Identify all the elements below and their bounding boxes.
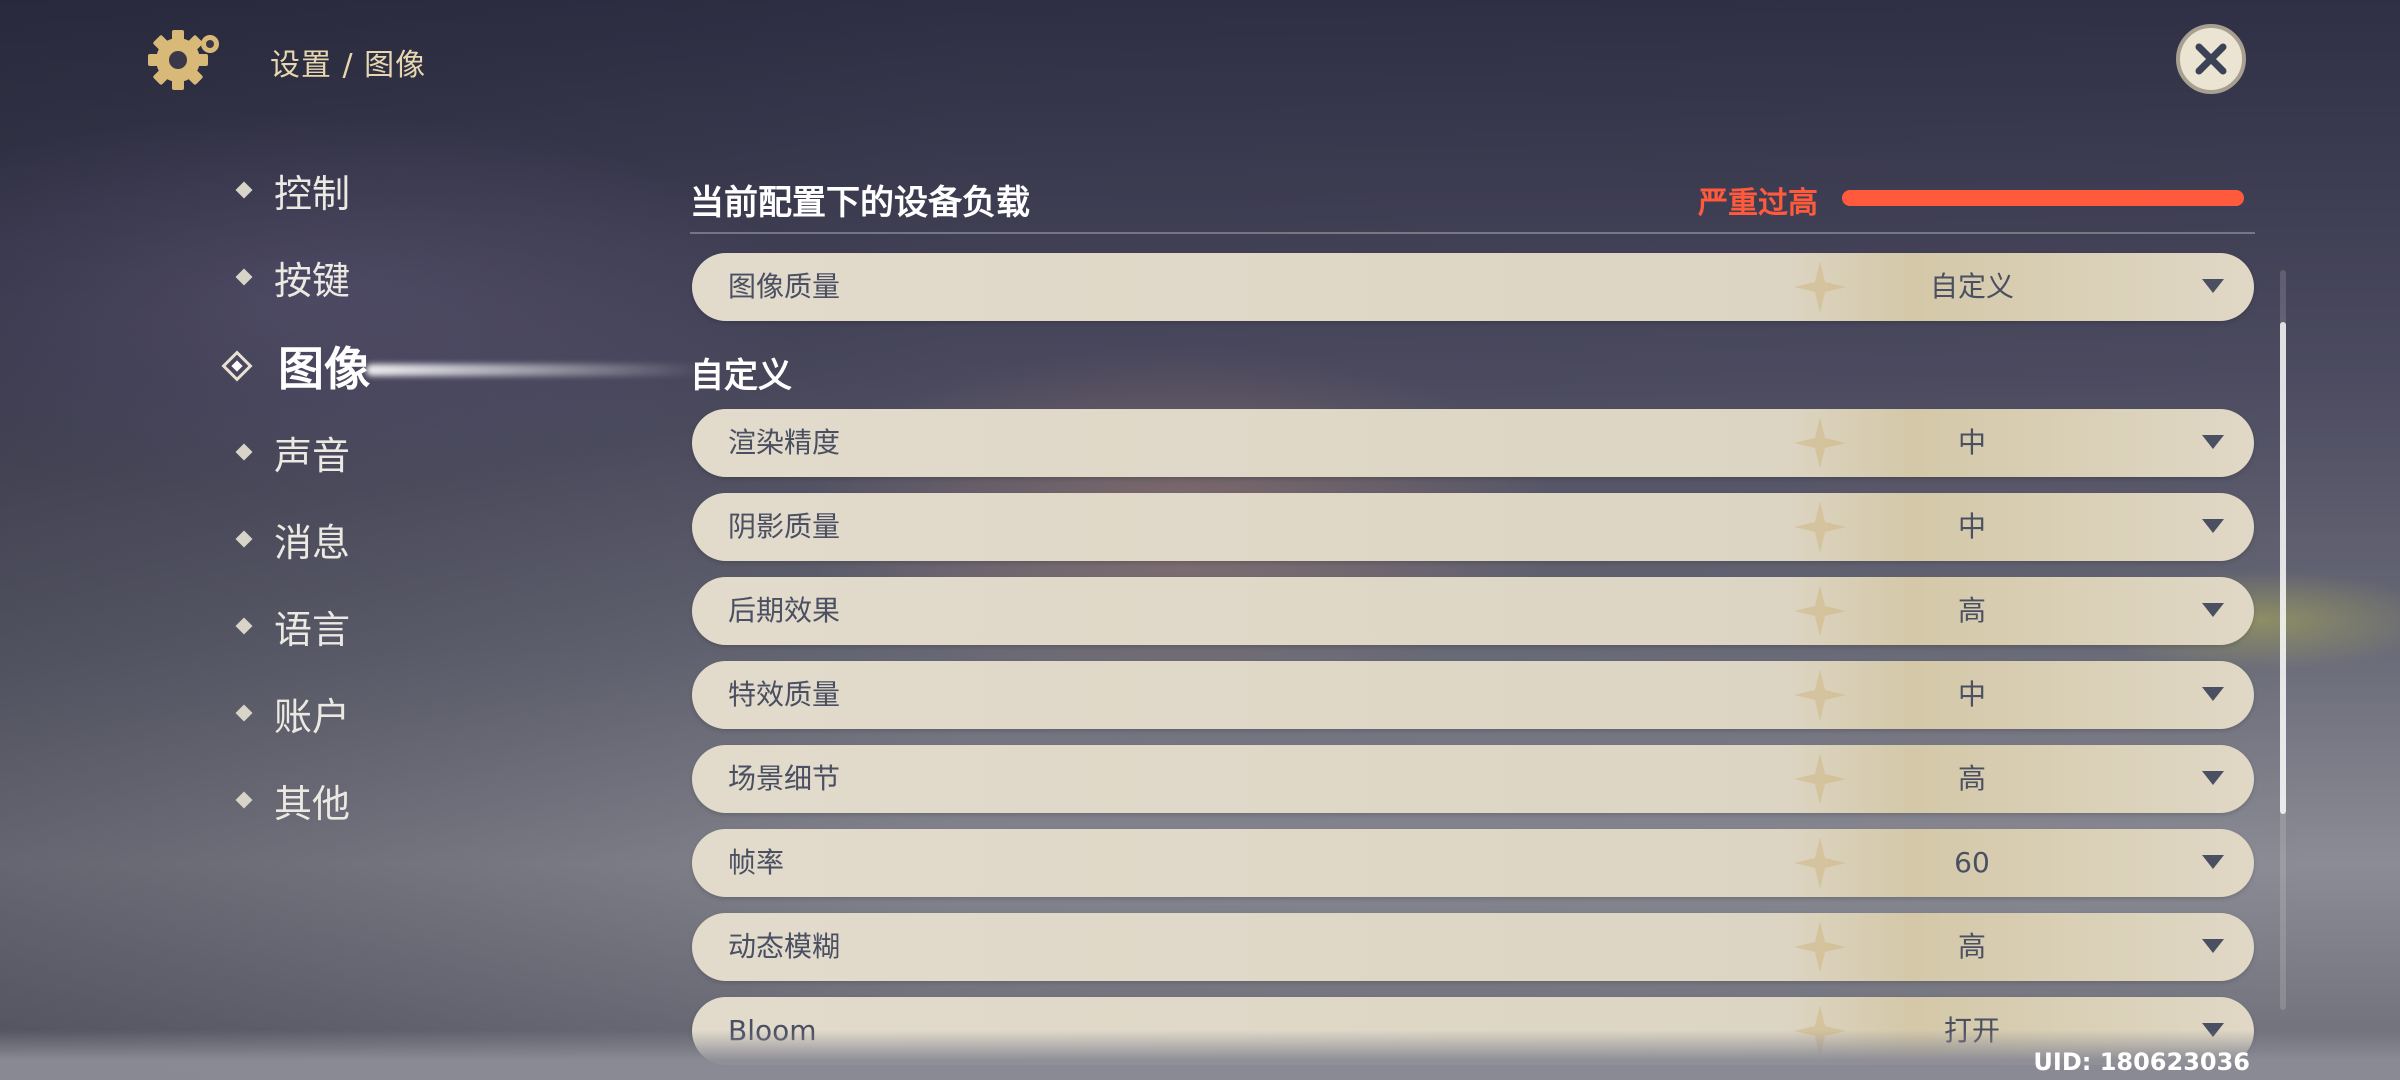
sidebar-item-label: 控制	[274, 171, 351, 216]
sparkle-decoration-icon	[1794, 753, 1846, 805]
dropdown-caret-icon	[2202, 855, 2224, 869]
sparkle-decoration-icon	[1794, 585, 1846, 637]
sparkle-decoration-icon	[1794, 501, 1846, 553]
dropdown-caret-icon	[2202, 279, 2224, 293]
section-title: 自定义	[690, 356, 792, 396]
diamond-bullet-icon	[235, 704, 253, 722]
diamond-bullet-icon	[235, 443, 253, 461]
sidebar-item-account[interactable]: 账户	[230, 683, 350, 743]
sidebar-item-label: 其他	[274, 781, 351, 826]
setting-row-render-resolution[interactable]: 渲染精度 中	[692, 409, 2254, 477]
divider	[690, 232, 2255, 234]
diamond-bullet-icon	[235, 181, 253, 199]
uid-label: UID: 180623036	[2033, 1048, 2250, 1076]
diamond-bullet-icon	[235, 791, 253, 809]
setting-value: 60	[1954, 846, 1990, 879]
setting-value: 高	[1957, 594, 1986, 627]
breadcrumb: 设置 / 图像	[270, 48, 427, 83]
setting-value: 高	[1957, 930, 1986, 963]
dropdown-caret-icon	[2202, 771, 2224, 785]
sidebar-item-messages[interactable]: 消息	[230, 509, 350, 569]
setting-label: 后期效果	[728, 594, 841, 627]
setting-label: 渲染精度	[728, 426, 841, 459]
dropdown-caret-icon	[2202, 939, 2224, 953]
sparkle-decoration-icon	[1794, 261, 1846, 313]
setting-label: 特效质量	[728, 678, 841, 711]
scrollbar-thumb[interactable]	[2280, 322, 2286, 814]
setting-row-motion-blur[interactable]: 动态模糊 高	[692, 913, 2254, 981]
sidebar-item-keys[interactable]: 按键	[230, 247, 350, 307]
sparkle-decoration-icon	[1794, 669, 1846, 721]
active-glow	[366, 364, 706, 376]
diamond-bullet-icon	[235, 617, 253, 635]
gear-icon	[148, 30, 219, 90]
setting-row-frame-rate[interactable]: 帧率 60	[692, 829, 2254, 897]
setting-label: 帧率	[728, 846, 785, 879]
setting-row-effects-quality[interactable]: 特效质量 中	[692, 661, 2254, 729]
dropdown-caret-icon	[2202, 603, 2224, 617]
sidebar-item-language[interactable]: 语言	[230, 596, 350, 656]
sidebar-item-controls[interactable]: 控制	[230, 160, 350, 220]
setting-row-post-processing[interactable]: 后期效果 高	[692, 577, 2254, 645]
device-load-title: 当前配置下的设备负载	[690, 183, 1030, 223]
setting-label: 图像质量	[728, 270, 841, 303]
sidebar-item-label: 按键	[274, 258, 351, 303]
device-load-bar	[1842, 190, 2244, 206]
sidebar-item-label: 声音	[274, 433, 351, 478]
dropdown-caret-icon	[2202, 435, 2224, 449]
dropdown-caret-icon	[2202, 687, 2224, 701]
close-button[interactable]	[2176, 24, 2246, 94]
setting-row-shadow-quality[interactable]: 阴影质量 中	[692, 493, 2254, 561]
setting-row-graphics-quality[interactable]: 图像质量 自定义	[692, 253, 2254, 321]
diamond-bullet-icon	[235, 530, 253, 548]
setting-value: 高	[1957, 762, 1986, 795]
close-icon	[2195, 43, 2227, 75]
setting-value: 中	[1957, 426, 1986, 459]
sparkle-decoration-icon	[1794, 417, 1846, 469]
sidebar-item-label: 消息	[274, 520, 351, 565]
sidebar-item-label: 图像	[278, 342, 370, 396]
setting-row-scene-detail[interactable]: 场景细节 高	[692, 745, 2254, 813]
setting-label: 阴影质量	[728, 510, 841, 543]
dropdown-caret-icon	[2202, 519, 2224, 533]
sidebar-item-other[interactable]: 其他	[230, 770, 350, 830]
setting-value: 中	[1957, 510, 1986, 543]
sidebar-item-label: 账户	[274, 694, 351, 739]
sparkle-decoration-icon	[1794, 837, 1846, 889]
sidebar-item-sound[interactable]: 声音	[230, 422, 350, 482]
setting-value: 中	[1957, 678, 1986, 711]
diamond-bullet-icon	[235, 268, 253, 286]
setting-label: 动态模糊	[728, 930, 841, 963]
setting-value: 自定义	[1929, 270, 2014, 303]
setting-label: 场景细节	[728, 762, 841, 795]
sidebar-item-graphics[interactable]: 图像	[221, 336, 706, 396]
active-diamond-icon	[221, 350, 253, 382]
device-load-status: 严重过高	[1698, 186, 1818, 221]
sparkle-decoration-icon	[1794, 921, 1846, 973]
device-load-fill	[1842, 190, 2244, 206]
sidebar-item-label: 语言	[274, 607, 351, 652]
